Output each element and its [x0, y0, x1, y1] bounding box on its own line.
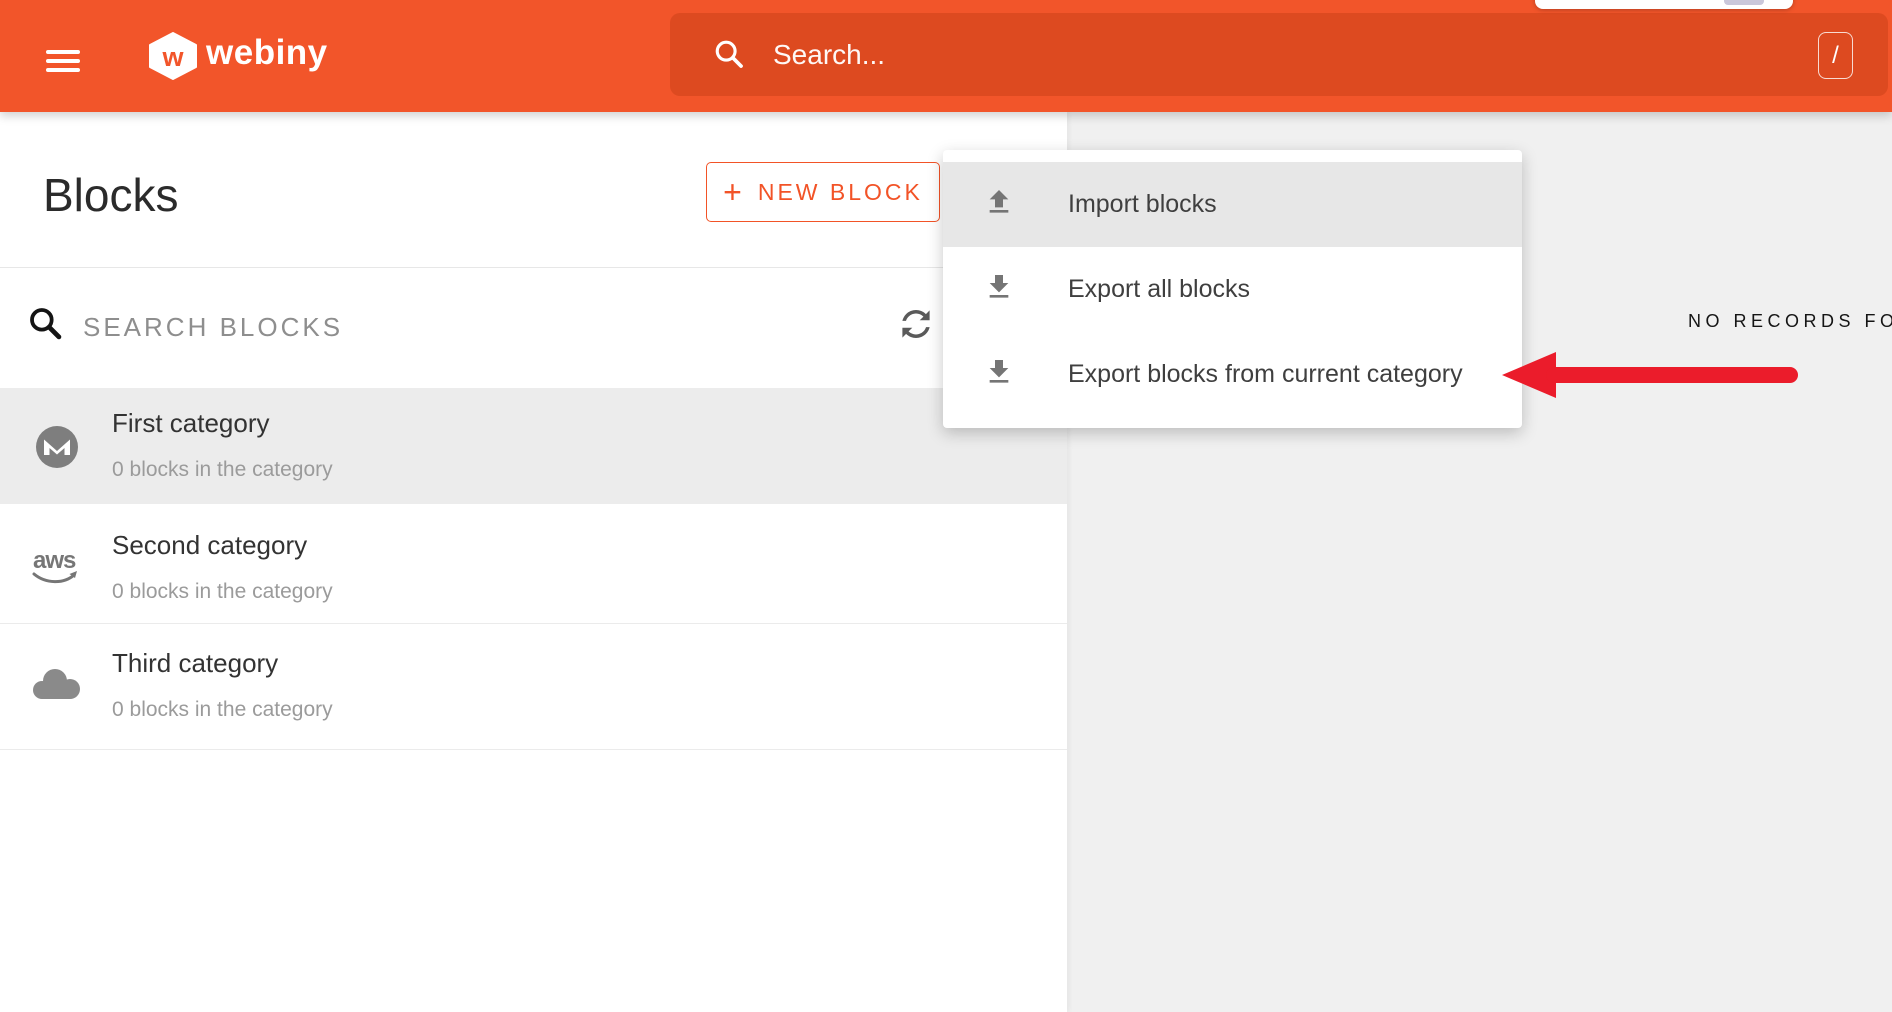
category-subtitle: 0 blocks in the category	[112, 698, 333, 722]
cutoff-tooltip	[1535, 0, 1793, 9]
refresh-icon	[895, 332, 937, 349]
tooltip-kbd-badge	[1724, 0, 1764, 5]
search-blocks-input[interactable]: SEARCH BLOCKS	[83, 312, 343, 343]
annotation-arrow-icon	[1502, 352, 1804, 403]
menu-item-label: Import blocks	[1068, 190, 1217, 219]
svg-text:w: w	[161, 42, 184, 72]
category-title: First category	[112, 408, 270, 439]
category-row-second[interactable]: aws Second category 0 blocks in the cate…	[0, 504, 1067, 624]
category-title: Third category	[112, 648, 278, 679]
menu-item-import-blocks[interactable]: Import blocks	[943, 162, 1522, 247]
menu-item-export-all-blocks[interactable]: Export all blocks	[943, 247, 1522, 332]
category-subtitle: 0 blocks in the category	[112, 458, 333, 482]
menu-item-label: Export blocks from current category	[1068, 360, 1463, 389]
new-block-label: NEW BLOCK	[758, 179, 923, 206]
upload-icon	[979, 186, 1019, 223]
logo-wordmark: webiny	[206, 33, 328, 73]
category-row-first[interactable]: First category 0 blocks in the category	[0, 388, 1067, 504]
category-title: Second category	[112, 530, 307, 561]
aws-icon: aws	[29, 544, 83, 593]
monero-icon	[36, 426, 78, 473]
svg-text:aws: aws	[33, 547, 76, 574]
menu-item-export-blocks-current-category[interactable]: Export blocks from current category	[943, 332, 1522, 417]
webiny-hexagon-icon: w	[146, 67, 200, 84]
search-icon	[712, 37, 746, 76]
menu-item-label: Export all blocks	[1068, 275, 1250, 304]
category-row-third[interactable]: Third category 0 blocks in the category	[0, 624, 1067, 750]
plus-icon: +	[723, 176, 742, 208]
download-icon	[979, 271, 1019, 308]
download-icon	[979, 356, 1019, 393]
slash-shortcut-badge: /	[1818, 32, 1853, 79]
page-title: Blocks	[43, 168, 178, 222]
hamburger-menu-icon[interactable]	[46, 50, 80, 73]
app-bar: w webiny Search... /	[0, 0, 1892, 112]
empty-state-text: NO RECORDS FOU	[1688, 311, 1892, 332]
refresh-button[interactable]	[895, 303, 937, 345]
webiny-logo[interactable]: w webiny	[146, 32, 346, 80]
global-search-placeholder: Search...	[773, 13, 885, 96]
import-export-menu: Import blocks Export all blocks Export b…	[943, 150, 1522, 428]
cloudflare-icon	[28, 666, 84, 705]
webiny-admin-screen: w webiny Search... / NO RECORDS FOU Bloc…	[0, 0, 1892, 1012]
category-subtitle: 0 blocks in the category	[112, 580, 333, 604]
global-search-input[interactable]: Search... /	[670, 13, 1888, 96]
divider	[0, 267, 1067, 268]
new-block-button[interactable]: + NEW BLOCK	[706, 162, 940, 222]
search-blocks-icon	[26, 304, 64, 347]
